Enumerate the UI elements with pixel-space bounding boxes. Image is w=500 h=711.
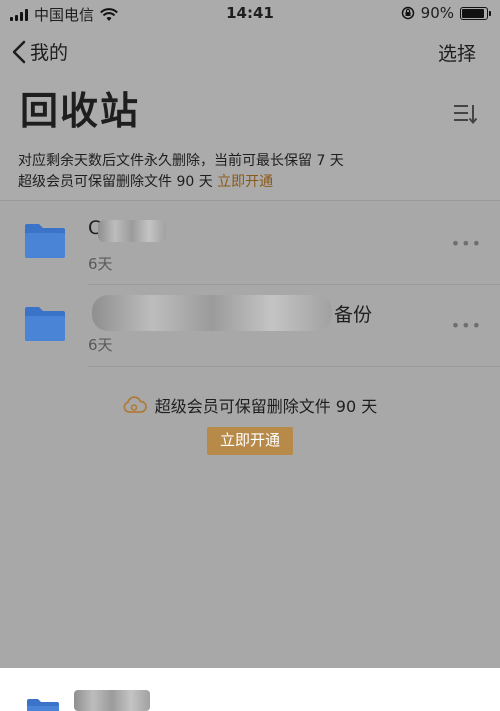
- file-name: 备份: [334, 304, 373, 326]
- redacted-name: [92, 295, 332, 331]
- battery-percent: 90%: [420, 4, 454, 22]
- file-item[interactable]: C 6天 •••: [0, 203, 500, 285]
- file-days-left: 6天: [88, 336, 113, 354]
- sort-icon[interactable]: [452, 102, 478, 126]
- activate-button[interactable]: 立即开通: [207, 427, 293, 455]
- select-button[interactable]: 选择: [438, 39, 476, 66]
- cloud-icon: [123, 396, 147, 413]
- activate-link[interactable]: 立即开通: [217, 174, 273, 190]
- redacted-name: [74, 690, 150, 711]
- notice-line-2: 超级会员可保留删除文件 90 天 立即开通: [18, 172, 482, 193]
- back-label: 我的: [30, 42, 69, 64]
- page-title: 回收站: [20, 89, 141, 133]
- file-item[interactable]: 备份 6天 •••: [0, 286, 500, 368]
- more-icon[interactable]: •••: [451, 316, 482, 335]
- notice-line-2-text: 超级会员可保留删除文件 90 天: [18, 174, 213, 190]
- back-chevron-icon: [12, 40, 26, 63]
- promo-label: 超级会员可保留删除文件 90 天: [154, 397, 378, 416]
- vip-promo: 超级会员可保留删除文件 90 天 立即开通: [0, 393, 500, 455]
- list-divider: [88, 284, 500, 285]
- bottom-sheet: [0, 668, 500, 711]
- folder-icon: [25, 307, 65, 341]
- nav-bar: 我的 选择: [0, 26, 500, 74]
- battery-fill: [462, 8, 484, 18]
- back-button[interactable]: 我的: [12, 38, 68, 65]
- notice-line-1: 对应剩余天数后文件永久删除，当前可最长保留 7 天: [18, 153, 344, 169]
- list-divider: [88, 366, 500, 367]
- folder-icon: [25, 224, 65, 258]
- rotation-lock-icon: [401, 6, 414, 20]
- promo-text: 超级会员可保留删除文件 90 天: [123, 393, 378, 417]
- status-bar: 中国电信 14:41 90%: [0, 0, 500, 26]
- more-icon[interactable]: •••: [451, 234, 482, 253]
- file-days-left: 6天: [88, 255, 113, 273]
- retention-notice: 对应剩余天数后文件永久删除，当前可最长保留 7 天 超级会员可保留删除文件 90…: [0, 146, 500, 201]
- folder-icon: [27, 699, 59, 711]
- redacted-name: [98, 220, 166, 242]
- status-right: 90%: [401, 4, 491, 22]
- title-area: 回收站: [0, 74, 500, 146]
- battery-icon: [460, 6, 491, 20]
